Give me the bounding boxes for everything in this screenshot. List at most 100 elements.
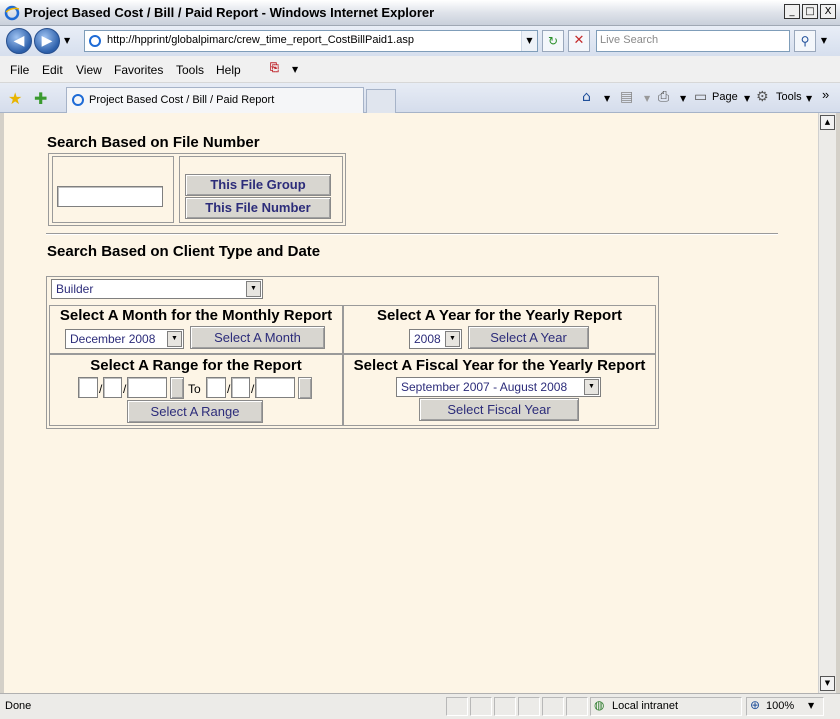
this-file-number-button[interactable]: This File Number <box>185 197 331 219</box>
tab-label: Project Based Cost / Bill / Paid Report <box>89 94 275 106</box>
date-separator: / <box>99 382 103 396</box>
refresh-button[interactable]: ↻ <box>542 30 564 52</box>
month-select[interactable]: December 2008 ▼ <box>65 329 184 349</box>
pdf-convert-icon[interactable]: ⎘ <box>270 61 288 77</box>
favorites-star-icon[interactable]: ★ <box>8 89 22 108</box>
menu-tools[interactable]: Tools <box>176 63 204 77</box>
fiscal-title: Select A Fiscal Year for the Yearly Repo… <box>353 357 646 374</box>
range-start-calendar-button[interactable] <box>170 377 184 399</box>
select-month-button[interactable]: Select A Month <box>190 326 325 349</box>
range-to-label: To <box>188 382 201 396</box>
menu-edit[interactable]: Edit <box>42 63 63 77</box>
menu-help[interactable]: Help <box>216 63 241 77</box>
yearly-title: Select A Year for the Yearly Report <box>376 307 623 324</box>
file-section-heading: Search Based on File Number <box>47 134 260 151</box>
select-range-button[interactable]: Select A Range <box>127 400 263 423</box>
stop-button[interactable]: ✕ <box>568 30 590 52</box>
address-dropdown-icon[interactable]: ▼ <box>521 31 537 51</box>
more-commands-chevron[interactable]: » <box>822 87 829 102</box>
status-text: Done <box>5 700 32 712</box>
client-section-heading: Search Based on Client Type and Date <box>47 243 321 260</box>
status-pane <box>566 697 588 716</box>
security-zone: Local intranet <box>612 700 679 712</box>
tools-dropdown-icon[interactable]: ▼ <box>806 94 812 103</box>
monthly-title: Select A Month for the Monthly Report <box>59 307 333 324</box>
recent-pages-dropdown-icon[interactable]: ▼ <box>64 36 70 45</box>
page-dropdown-icon[interactable]: ▼ <box>744 94 750 103</box>
scroll-down-icon[interactable]: ▼ <box>820 676 835 691</box>
range-start-year-input[interactable] <box>127 377 167 398</box>
home-dropdown-icon[interactable]: ▼ <box>604 94 610 103</box>
select-year-button[interactable]: Select A Year <box>468 326 589 349</box>
chevron-down-icon[interactable]: ▼ <box>167 331 182 347</box>
maximize-button[interactable]: □ <box>802 4 818 19</box>
search-button[interactable]: ⚲ <box>794 30 816 52</box>
tools-menu[interactable]: Tools <box>776 91 802 103</box>
range-title: Select A Range for the Report <box>90 357 302 374</box>
vertical-scrollbar[interactable]: ▲ ▼ <box>818 113 836 693</box>
zoom-dropdown-icon[interactable]: ▼ <box>808 701 814 710</box>
back-arrow-icon: ◀ <box>13 33 25 49</box>
year-value: 2008 <box>414 332 441 346</box>
fiscal-year-value: September 2007 - August 2008 <box>401 380 568 394</box>
zoom-icon[interactable]: ⊕ <box>750 698 760 712</box>
back-button[interactable]: ◀ <box>6 28 32 54</box>
status-pane <box>518 697 540 716</box>
menu-view[interactable]: View <box>76 63 102 77</box>
address-url[interactable]: http://hpprint/globalpimarc/crew_time_re… <box>107 34 414 46</box>
page-menu-icon[interactable]: ▭ <box>694 89 707 105</box>
page-menu[interactable]: Page <box>712 91 738 103</box>
search-input[interactable]: Live Search <box>596 30 790 52</box>
menu-file[interactable]: File <box>10 63 29 77</box>
scroll-up-icon[interactable]: ▲ <box>820 115 835 130</box>
magnifier-icon: ⚲ <box>800 34 810 48</box>
chevron-down-icon[interactable]: ▼ <box>584 379 599 395</box>
date-separator: / <box>227 382 231 396</box>
address-bar[interactable]: http://hpprint/globalpimarc/crew_time_re… <box>84 30 538 52</box>
section-divider <box>46 233 778 235</box>
chevron-down-icon[interactable]: ▼ <box>246 281 261 297</box>
range-start-day-input[interactable] <box>103 377 122 398</box>
print-icon[interactable]: ⎙ <box>658 89 669 105</box>
date-separator: / <box>123 382 127 396</box>
chevron-down-icon[interactable]: ▼ <box>445 331 460 347</box>
ie-logo-icon <box>4 5 20 21</box>
month-value: December 2008 <box>70 332 156 346</box>
tab-active[interactable]: Project Based Cost / Bill / Paid Report <box>66 87 364 113</box>
range-start-month-input[interactable] <box>78 377 98 398</box>
range-end-day-input[interactable] <box>231 377 250 398</box>
select-fiscal-year-button[interactable]: Select Fiscal Year <box>419 398 579 421</box>
print-dropdown-icon[interactable]: ▼ <box>680 94 686 103</box>
year-select[interactable]: 2008 ▼ <box>409 329 462 349</box>
forward-arrow-icon: ▶ <box>41 33 53 49</box>
status-bar: Done ◍ Local intranet ⊕ 100% ▼ <box>0 693 840 719</box>
new-tab-button[interactable] <box>366 89 396 113</box>
window-title: Project Based Cost / Bill / Paid Report … <box>24 5 435 20</box>
status-pane <box>542 697 564 716</box>
forward-button[interactable]: ▶ <box>34 28 60 54</box>
menu-favorites[interactable]: Favorites <box>114 63 163 77</box>
range-end-calendar-button[interactable] <box>298 377 312 399</box>
stop-icon: ✕ <box>573 33 585 48</box>
search-options-dropdown-icon[interactable]: ▼ <box>818 30 830 52</box>
status-pane <box>446 697 468 716</box>
add-favorites-icon[interactable]: ✚ <box>34 89 47 108</box>
feeds-dropdown-icon[interactable]: ▼ <box>644 94 650 103</box>
pdf-dropdown-icon[interactable]: ▼ <box>292 65 298 74</box>
fiscal-year-select[interactable]: September 2007 - August 2008 ▼ <box>396 377 601 397</box>
this-file-group-button[interactable]: This File Group <box>185 174 331 196</box>
tab-page-icon <box>72 94 84 106</box>
feeds-icon[interactable]: ▤ <box>620 89 633 105</box>
gear-icon[interactable]: ⚙ <box>756 89 769 105</box>
home-icon[interactable]: ⌂ <box>582 89 591 105</box>
intranet-globe-icon: ◍ <box>594 698 605 712</box>
status-pane <box>470 697 492 716</box>
range-end-month-input[interactable] <box>206 377 226 398</box>
minimize-button[interactable]: _ <box>784 4 800 19</box>
menu-bar: File Edit View Favorites Tools Help ⎘ ▼ <box>0 56 840 83</box>
file-number-input[interactable] <box>57 186 163 207</box>
close-button[interactable]: X <box>820 4 836 19</box>
range-end-year-input[interactable] <box>255 377 295 398</box>
client-type-select[interactable]: Builder ▼ <box>51 279 263 299</box>
zoom-level[interactable]: 100% <box>766 700 794 712</box>
